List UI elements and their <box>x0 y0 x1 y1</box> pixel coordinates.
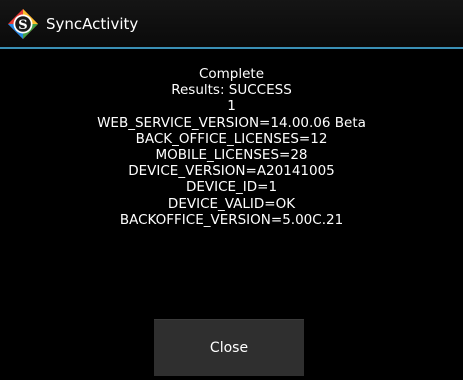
close-button[interactable]: Close <box>154 319 304 376</box>
sync-result-message: Complete Results: SUCCESS 1 WEB_SERVICE_… <box>0 66 463 228</box>
back-office-licenses-line: BACK_OFFICE_LICENSES=12 <box>135 130 328 147</box>
sync-activity-screen: S SyncActivity Complete Results: SUCCESS… <box>0 0 463 380</box>
device-id-line: DEVICE_ID=1 <box>185 179 278 196</box>
mobile-licenses-line: MOBILE_LICENSES=28 <box>155 147 308 164</box>
syncactivity-logo-icon: S <box>8 9 38 39</box>
backoffice-version-line: BACKOFFICE_VERSION=5.00C.21 <box>119 211 344 228</box>
web-service-version-line: WEB_SERVICE_VERSION=14.00.06 Beta <box>97 114 366 131</box>
action-bar: S SyncActivity <box>0 0 463 49</box>
svg-text:S: S <box>18 18 27 33</box>
device-valid-line: DEVICE_VALID=OK <box>167 195 296 212</box>
result-count-line: 1 <box>227 98 236 115</box>
results-line: Results: SUCCESS <box>171 82 292 99</box>
status-line: Complete <box>198 66 265 82</box>
app-title: SyncActivity <box>46 15 139 33</box>
device-version-line: DEVICE_VERSION=A20141005 <box>128 163 335 180</box>
